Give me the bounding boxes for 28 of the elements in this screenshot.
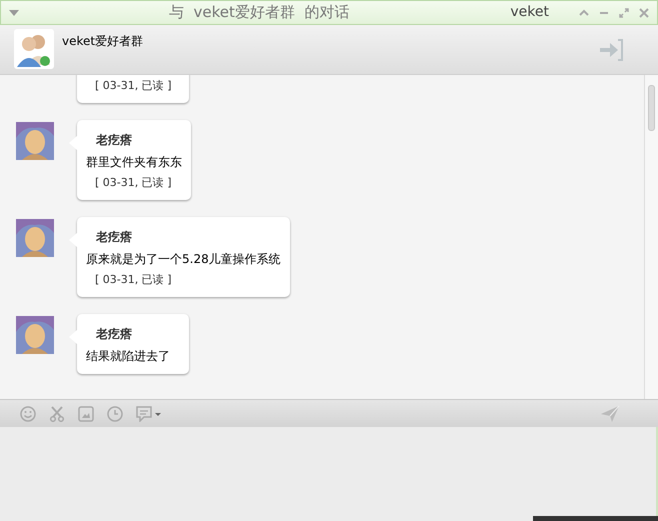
sender-name: 老疙瘩 — [95, 229, 133, 245]
close-icon[interactable] — [639, 8, 649, 18]
avatar-icon — [16, 316, 54, 354]
exit-icon[interactable] — [598, 39, 624, 61]
group-name: veket爱好者群 — [62, 33, 144, 50]
message-time: [ 03-31, 已读 ] — [94, 176, 173, 190]
sender-name: 老疙瘩 — [95, 132, 133, 148]
message-text: 原来就是为了一个5.28儿童操作系统 — [86, 251, 281, 267]
message-time: [ 03-31, 已读 ] — [94, 79, 173, 93]
message-time: [ 03-31, 已读 ] — [94, 273, 173, 287]
collapse-icon[interactable] — [579, 8, 589, 16]
clock-icon[interactable] — [107, 406, 123, 422]
maximize-icon[interactable] — [619, 8, 629, 18]
dropdown-icon[interactable] — [9, 10, 19, 16]
smiley-icon[interactable] — [20, 406, 36, 422]
group-avatar-icon — [14, 29, 54, 69]
message-text: 群里文件夹有东东 — [86, 154, 182, 170]
image-icon[interactable] — [78, 406, 94, 422]
user-name: veket — [510, 3, 549, 22]
scissors-icon[interactable] — [49, 406, 65, 422]
avatar-icon — [16, 122, 54, 160]
message-text: 结果就陷进去了 — [86, 348, 171, 364]
sender-name: 老疙瘩 — [95, 326, 133, 342]
message-menu-icon[interactable] — [136, 406, 162, 422]
scrollbar[interactable] — [644, 75, 658, 399]
window-title: 与 veket爱好者群 的对话 — [169, 2, 350, 24]
avatar-icon — [16, 219, 54, 257]
send-icon[interactable] — [600, 404, 620, 422]
